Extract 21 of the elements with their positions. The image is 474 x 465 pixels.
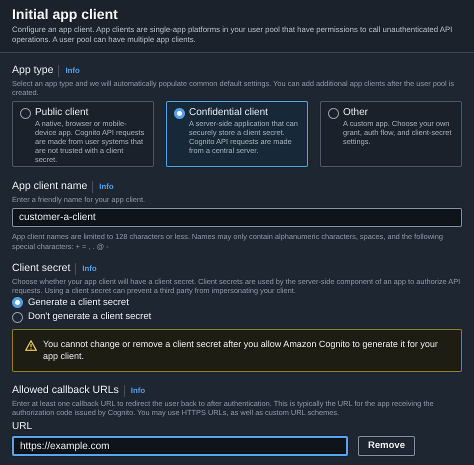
radio-label[interactable]: Generate a client secret (28, 297, 129, 308)
field-label: Allowed callback URLs (12, 383, 119, 398)
input-field[interactable]: customer-a-client (12, 208, 462, 228)
radio-label[interactable]: Don't generate a client secret (28, 311, 152, 323)
field-label: App type (12, 63, 54, 78)
radio-button[interactable] (20, 108, 31, 119)
radio-button[interactable] (12, 297, 23, 308)
field-label: App client name (12, 179, 88, 194)
warning-text: You cannot change or remove a client secret after you allow Amazon Cognito to generate it for your app client. (43, 338, 439, 364)
url-input-field[interactable]: https://example.com (12, 436, 348, 456)
option-title: Public client (35, 107, 88, 120)
warning-icon (25, 340, 37, 351)
radio-button[interactable] (174, 108, 185, 119)
url-label: URL (12, 420, 34, 434)
radio-button[interactable] (12, 312, 23, 323)
option-title: Other (343, 107, 368, 120)
section-title: Initial app client (12, 6, 119, 23)
remove-button[interactable]: Remove (358, 436, 415, 456)
field-label: Client secret (12, 260, 70, 276)
option-title: Confidential client (189, 107, 268, 120)
radio-button[interactable] (328, 108, 339, 119)
